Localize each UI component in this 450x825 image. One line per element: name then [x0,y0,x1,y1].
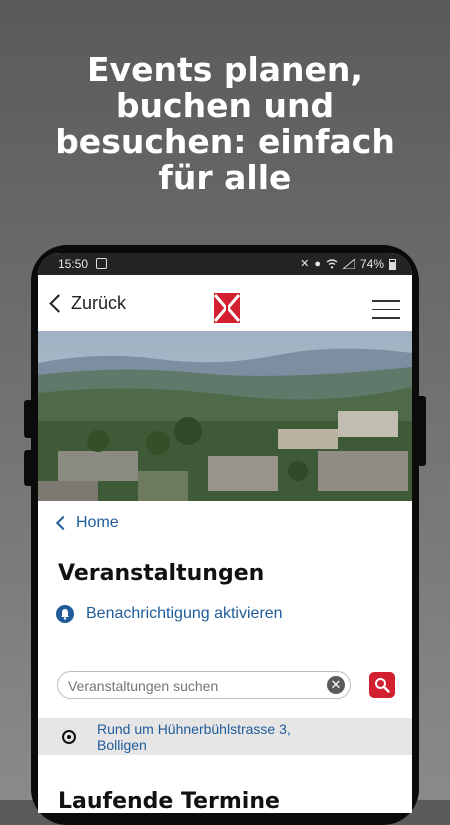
back-button[interactable]: Zurück [46,293,126,314]
clear-search-icon[interactable]: ✕ [327,676,345,694]
mute-icon: ✕ [300,258,310,270]
search-box: ✕ [57,671,351,699]
location-target-icon [62,730,76,744]
bell-icon [56,605,74,623]
battery-icon [389,258,396,270]
sim-card-icon [96,258,107,269]
promo-headline: Events planen, buchen und besuchen: einf… [0,52,450,196]
municipal-logo-icon[interactable] [214,293,240,323]
hero-image [38,331,412,501]
status-time: 15:50 [58,257,89,271]
hamburger-menu-icon[interactable] [372,300,400,320]
phone-screen: 15:50 ✕ ● 74% Zurück Home Veranstaltunge… [38,253,412,813]
location-pin-icon: ● [314,258,321,270]
wifi-icon [326,259,338,269]
app-bar: Zurück [38,275,412,331]
search-icon [375,678,390,693]
status-bar: 15:50 ✕ ● 74% [38,253,412,275]
chevron-left-icon [55,515,71,531]
enable-notifications-link[interactable]: Benachrichtigung aktivieren [56,605,283,623]
page-title: Veranstaltungen [58,561,265,586]
headline-line-3: besuchen: einfach [55,122,395,161]
chevron-left-icon [49,294,68,313]
location-text: Rund um Hühnerbühlstrasse 3, Bolligen [97,721,291,753]
home-label: Home [76,514,119,531]
search-button[interactable] [369,672,395,698]
back-label: Zurück [71,293,127,313]
section-heading: Laufende Termine [58,789,280,813]
breadcrumb-home-link[interactable]: Home [55,514,119,532]
notify-label: Benachrichtigung aktivieren [86,605,283,622]
signal-icon [342,259,355,269]
headline-line-2: buchen und [115,86,335,125]
location-row[interactable]: Rund um Hühnerbühlstrasse 3, Bolligen [38,718,412,755]
headline-line-1: Events planen, [87,50,363,89]
search-input[interactable] [68,678,318,694]
battery-percent: 74% [359,257,384,271]
headline-line-4: für alle [158,158,292,197]
